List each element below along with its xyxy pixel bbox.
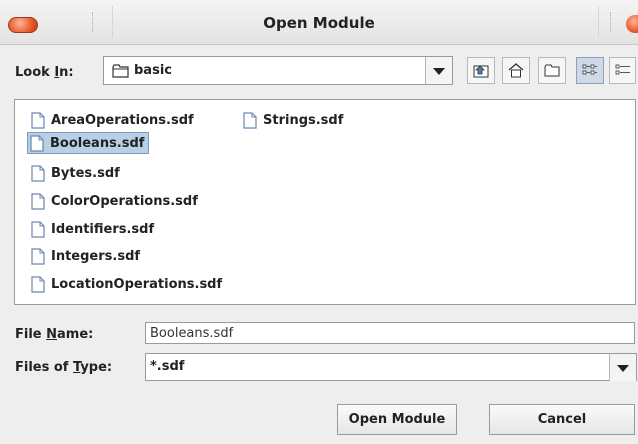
file-type-value: *.sdf: [150, 359, 185, 374]
file-item-booleans[interactable]: Booleans.sdf: [27, 132, 150, 154]
file-item-coloroperations[interactable]: ColorOperations.sdf: [29, 190, 202, 212]
chevron-down-icon[interactable]: [609, 354, 636, 381]
details-view-button[interactable]: [609, 57, 636, 84]
file-name-input[interactable]: [145, 322, 635, 344]
look-in-label: Look In:: [15, 65, 74, 80]
window-title: Open Module: [263, 14, 375, 32]
up-one-level-button[interactable]: [467, 57, 495, 84]
document-icon: [31, 164, 45, 182]
title-grip-right: [610, 12, 615, 32]
chevron-down-icon[interactable]: [425, 57, 452, 84]
file-type-label: Files of Type:: [15, 360, 113, 375]
file-item-identifiers[interactable]: Identifiers.sdf: [29, 218, 158, 240]
document-icon: [31, 247, 45, 265]
file-item-strings[interactable]: Strings.sdf: [241, 109, 347, 131]
home-icon: [508, 63, 524, 78]
document-icon: [30, 134, 44, 152]
look-in-combo[interactable]: basic: [103, 56, 453, 85]
home-button[interactable]: [502, 57, 530, 84]
details-view-icon: [615, 64, 630, 75]
cancel-button[interactable]: Cancel: [489, 404, 635, 435]
new-folder-icon: [544, 64, 560, 77]
file-list[interactable]: AreaOperations.sdf Booleans.sdf Bytes.sd…: [14, 99, 636, 305]
file-item-bytes[interactable]: Bytes.sdf: [29, 162, 124, 184]
list-view-icon: [582, 64, 597, 75]
file-item-locationoperations[interactable]: LocationOperations.sdf: [29, 273, 226, 295]
title-bar[interactable]: Open Module: [0, 0, 638, 45]
close-window-icon[interactable]: [626, 15, 638, 33]
folder-icon: [112, 64, 129, 78]
up-folder-icon: [473, 65, 489, 78]
document-icon: [31, 192, 45, 210]
document-icon: [31, 220, 45, 238]
file-item-integers[interactable]: Integers.sdf: [29, 245, 144, 267]
open-module-dialog: Open Module Look In: basic AreaOperation…: [0, 0, 638, 444]
file-item-areaoperations[interactable]: AreaOperations.sdf: [29, 109, 198, 131]
look-in-value: basic: [134, 63, 172, 78]
document-icon: [31, 111, 45, 129]
title-divider-right: [598, 6, 599, 38]
document-icon: [31, 275, 45, 293]
list-view-button[interactable]: [576, 57, 604, 84]
file-type-combo[interactable]: *.sdf: [145, 353, 637, 381]
document-icon: [243, 111, 257, 129]
file-name-label: File Name:: [15, 327, 94, 342]
open-module-button[interactable]: Open Module: [337, 404, 457, 435]
new-folder-button[interactable]: [538, 57, 566, 84]
